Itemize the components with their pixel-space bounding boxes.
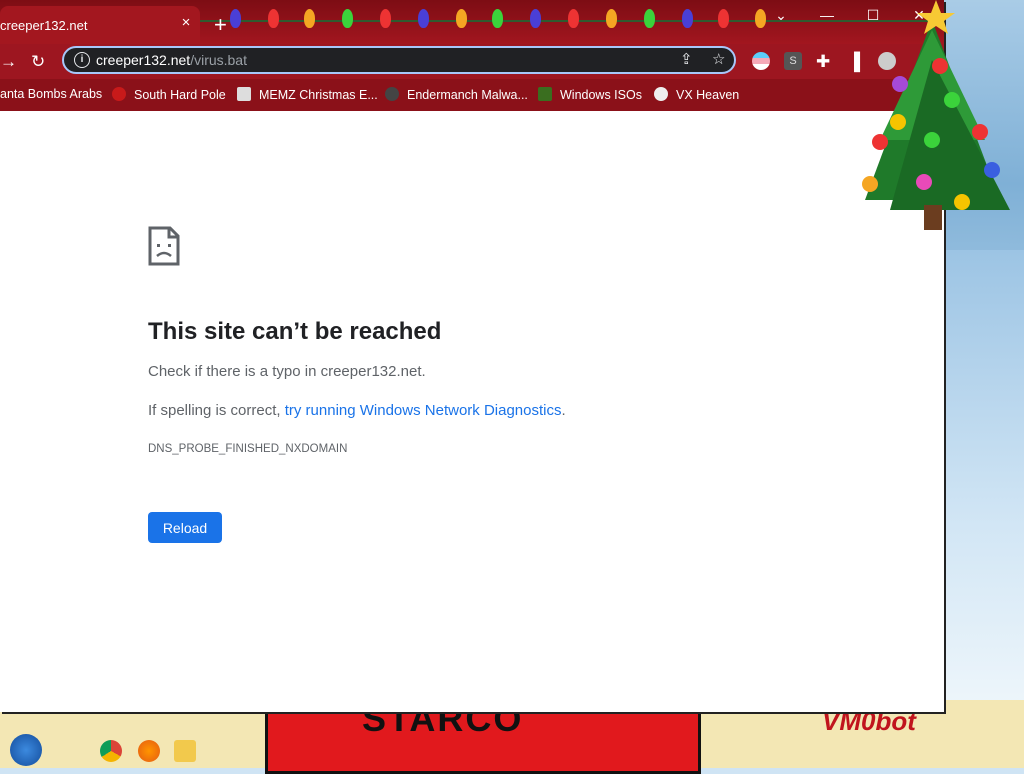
- title-bar: creeper132.net × + ⌄ — ☐ ✕: [0, 0, 944, 44]
- tree-icon: [538, 87, 552, 101]
- url-text[interactable]: creeper132.net/virus.bat: [96, 52, 247, 68]
- enderman-icon: [385, 87, 399, 101]
- error-code: DNS_PROBE_FINISHED_NXDOMAIN: [148, 443, 348, 455]
- site-info-icon[interactable]: i: [74, 52, 90, 68]
- reload-icon[interactable]: ↻: [31, 52, 45, 72]
- url-host: creeper132.net: [96, 52, 191, 68]
- extensions-puzzle-icon[interactable]: ✚: [816, 52, 830, 72]
- file-explorer-taskbar-icon[interactable]: [174, 740, 196, 762]
- firefox-taskbar-icon[interactable]: [138, 740, 160, 762]
- reload-button[interactable]: Reload: [148, 512, 222, 543]
- bookmark-item[interactable]: anta Bombs Arabs: [0, 87, 102, 101]
- wallpaper-snow: [944, 250, 1024, 710]
- bookmark-item[interactable]: VX Heaven: [654, 87, 739, 102]
- bookmark-star-icon[interactable]: ☆: [712, 50, 725, 68]
- image-icon: [237, 87, 251, 101]
- tab-title: creeper132.net: [0, 18, 88, 33]
- extension-s-icon[interactable]: S: [784, 52, 802, 70]
- new-tab-icon[interactable]: +: [214, 14, 227, 36]
- red-splat-icon: [112, 87, 126, 101]
- extension-flag-icon[interactable]: [752, 52, 770, 70]
- address-bar[interactable]: i creeper132.net/virus.bat ⇪ ☆: [62, 46, 736, 74]
- bookmark-item[interactable]: MEMZ Christmas E...: [237, 87, 378, 102]
- forward-arrow-icon[interactable]: →: [0, 52, 17, 72]
- start-button-icon[interactable]: [10, 734, 42, 766]
- bookmark-item[interactable]: Endermanch Malwa...: [385, 87, 528, 102]
- tab-search-dropdown-icon[interactable]: ⌄: [758, 3, 804, 27]
- diagnostics-link[interactable]: try running Windows Network Diagnostics: [285, 402, 562, 419]
- share-icon[interactable]: ⇪: [680, 50, 693, 68]
- sad-document-icon: [148, 226, 180, 266]
- tab-creeper132[interactable]: creeper132.net ×: [0, 6, 200, 44]
- tab-close-icon[interactable]: ×: [178, 15, 194, 31]
- bookmarks-bar: anta Bombs Arabs South Hard Pole MEMZ Ch…: [0, 79, 944, 111]
- bookmark-item[interactable]: Windows ISOs: [538, 87, 642, 102]
- bookmark-item[interactable]: South Hard Pole: [112, 87, 226, 102]
- url-path: /virus.bat: [190, 52, 247, 68]
- skull-icon: [654, 87, 668, 101]
- chrome-taskbar-icon[interactable]: [100, 740, 122, 762]
- christmas-tree-icon: [862, 0, 1010, 230]
- error-suggestion-typo: Check if there is a typo in creeper132.n…: [148, 363, 426, 380]
- browser-window: creeper132.net × + ⌄ — ☐ ✕ → ↻ i creeper…: [0, 0, 944, 712]
- error-title: This site can’t be reached: [148, 318, 442, 345]
- error-suggestion-diagnostics: If spelling is correct, try running Wind…: [148, 402, 566, 419]
